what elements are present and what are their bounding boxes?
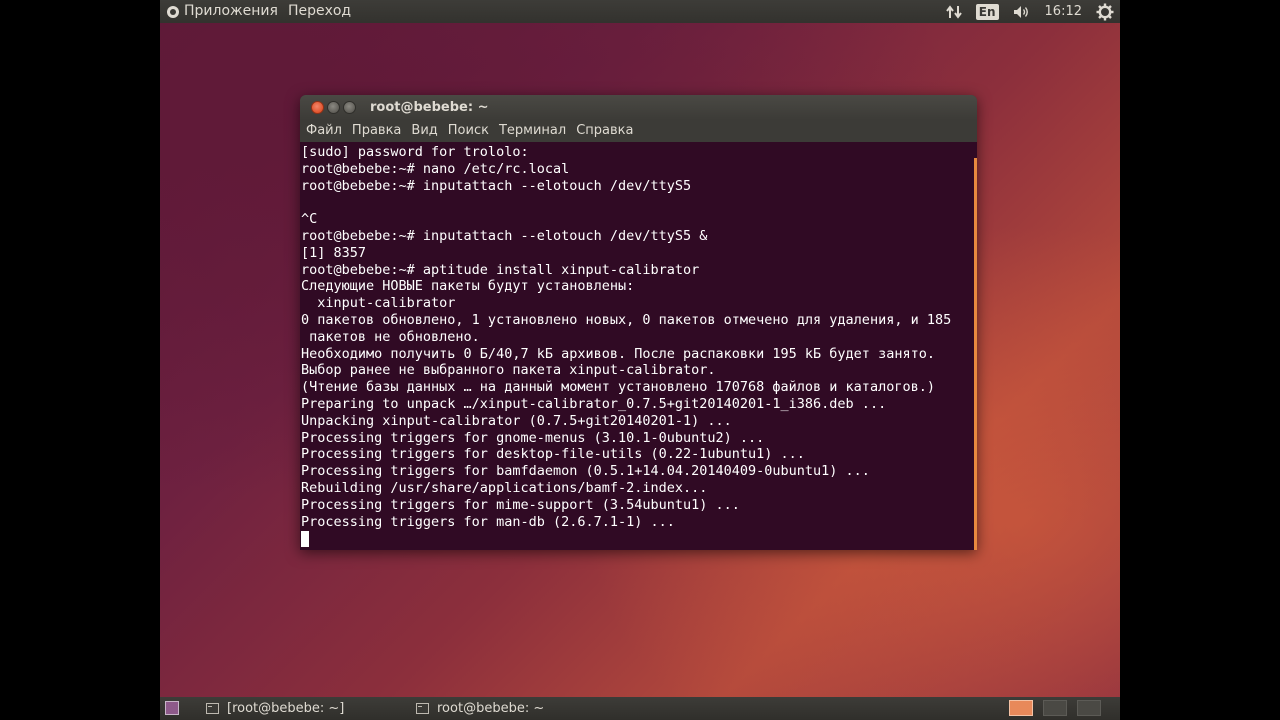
menu-edit[interactable]: Правка — [347, 120, 406, 142]
terminal-line: 0 пакетов обновлено, 1 установлено новых… — [301, 311, 952, 328]
terminal-line: Processing triggers for mime-support (3.… — [301, 496, 740, 513]
terminal-line: Выбор ранее не выбранного пакета xinput-… — [301, 362, 716, 379]
terminal-line: ^C — [301, 211, 318, 228]
top-panel: Приложения Переход En 16:12 — [160, 0, 1120, 23]
workspace-switcher-1[interactable] — [1009, 700, 1033, 716]
network-icon[interactable] — [945, 0, 962, 23]
terminal-output: [sudo] password for trololo: root@bebebe… — [301, 144, 951, 530]
terminal-line: Unpacking xinput-calibrator (0.7.5+git20… — [301, 412, 732, 429]
minimize-button[interactable] — [327, 101, 340, 114]
terminal-icon — [206, 703, 219, 714]
top-panel-menus: Приложения Переход — [160, 0, 361, 23]
terminal-line: xinput-calibrator — [301, 295, 456, 312]
menu-places[interactable]: Переход — [288, 0, 351, 23]
window-title: root@bebebe: ~ — [370, 100, 489, 115]
menu-terminal[interactable]: Терминал — [494, 120, 571, 142]
terminal-line: root@bebebe:~# inputattach --elotouch /d… — [301, 227, 708, 244]
taskbar-item[interactable]: root@bebebe: ~ — [416, 697, 616, 720]
terminal-line: Processing triggers for bamfdaemon (0.5.… — [301, 463, 870, 480]
applications-menu-icon[interactable] — [167, 5, 179, 18]
taskbar-item-label: root@bebebe: ~ — [437, 701, 545, 716]
terminal-line: (Чтение базы данных … на данный момент у… — [301, 379, 935, 396]
volume-icon[interactable] — [1013, 0, 1031, 23]
menu-file[interactable]: Файл — [300, 120, 347, 142]
window-titlebar[interactable]: root@bebebe: ~ — [300, 95, 977, 120]
bottom-panel: [root@bebebe: ~] root@bebebe: ~ — [160, 697, 1120, 720]
close-button[interactable] — [311, 101, 324, 114]
workspace-switcher-3[interactable] — [1077, 700, 1101, 716]
terminal-menubar: Файл Правка Вид Поиск Терминал Справка — [300, 120, 977, 142]
terminal-line: пакетов не обновлено. — [301, 328, 480, 345]
keyboard-layout-label: En — [975, 3, 999, 20]
terminal-output-area[interactable]: [sudo] password for trololo: root@bebebe… — [300, 142, 977, 550]
scrollbar[interactable] — [974, 158, 977, 550]
terminal-window: root@bebebe: ~ Файл Правка Вид Поиск Тер… — [300, 95, 977, 550]
desktop: Приложения Переход En 16:12 root@bebebe:… — [160, 0, 1120, 720]
taskbar-item-label: [root@bebebe: ~] — [227, 701, 345, 716]
terminal-line: root@bebebe:~# nano /etc/rc.local — [301, 160, 570, 177]
menu-view[interactable]: Вид — [406, 120, 442, 142]
terminal-line: Preparing to unpack …/xinput-calibrator_… — [301, 395, 887, 412]
menu-search[interactable]: Поиск — [443, 120, 494, 142]
terminal-icon — [416, 703, 429, 714]
terminal-line: Rebuilding /usr/share/applications/bamf-… — [301, 479, 708, 496]
terminal-line: [1] 8357 — [301, 244, 367, 261]
terminal-line: root@bebebe:~# aptitude install xinput-c… — [301, 261, 700, 278]
terminal-line: Processing triggers for gnome-menus (3.1… — [301, 429, 765, 446]
maximize-button[interactable] — [343, 101, 356, 114]
terminal-line: Следующие НОВЫЕ пакеты будут установлены… — [301, 278, 635, 295]
terminal-line: root@bebebe:~# inputattach --elotouch /d… — [301, 177, 692, 194]
text-cursor — [301, 531, 309, 547]
system-tray: En 16:12 — [932, 0, 1120, 23]
terminal-line: [sudo] password for trololo: — [301, 144, 529, 160]
menu-applications[interactable]: Приложения — [184, 0, 278, 23]
show-desktop-icon[interactable] — [165, 701, 179, 715]
menu-help[interactable]: Справка — [571, 120, 638, 142]
settings-gear-icon[interactable] — [1096, 0, 1114, 23]
terminal-line: Необходимо получить 0 Б/40,7 kБ архивов.… — [301, 345, 935, 362]
clock[interactable]: 16:12 — [1045, 0, 1082, 23]
terminal-line: Processing triggers for man-db (2.6.7.1-… — [301, 513, 675, 530]
workspace-switcher-2[interactable] — [1043, 700, 1067, 716]
taskbar-item[interactable]: [root@bebebe: ~] — [206, 697, 406, 720]
terminal-line: Processing triggers for desktop-file-uti… — [301, 446, 805, 463]
keyboard-layout-indicator[interactable]: En — [975, 0, 999, 23]
